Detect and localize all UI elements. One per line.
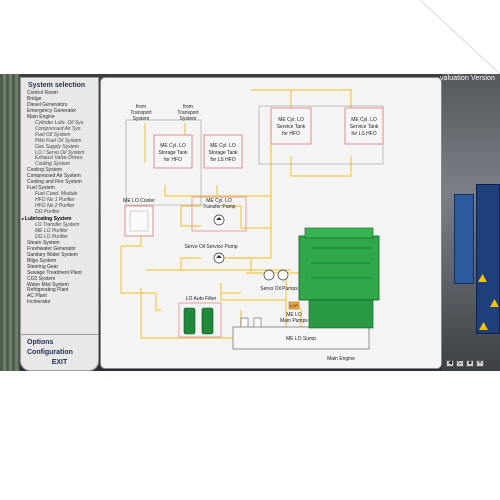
configuration-button[interactable]: Configuration bbox=[27, 348, 98, 358]
svg-text:Storage Tank: Storage Tank bbox=[208, 150, 238, 156]
lo-auto-filter[interactable]: LO Auto Filter bbox=[178, 296, 222, 338]
window-title: valuation Version bbox=[440, 75, 496, 82]
exit-button[interactable]: EXIT bbox=[27, 358, 98, 368]
svg-text:LOP: LOP bbox=[290, 303, 298, 308]
lubricating-system-diagram: ME Cyl. LO Storage Tank for HFO ME Cyl. … bbox=[100, 77, 442, 369]
c-button[interactable]: C bbox=[456, 360, 464, 367]
simulator-window: valuation Version System selection Contr… bbox=[0, 74, 500, 371]
svg-text:Servo Oil Service Pump: Servo Oil Service Pump bbox=[184, 244, 237, 250]
svg-text:ME LO Cooler: ME LO Cooler bbox=[123, 198, 155, 204]
back-button[interactable]: ◀ bbox=[446, 360, 454, 367]
svg-text:for LS HFO: for LS HFO bbox=[210, 157, 235, 163]
svg-text:Transfer Pump: Transfer Pump bbox=[203, 204, 236, 210]
from-transport-system-1: from Transport System bbox=[130, 104, 152, 122]
svg-text:for LS HFO: for LS HFO bbox=[351, 131, 376, 137]
view-controls: ◀ C ■ ✕ bbox=[446, 360, 484, 367]
svg-text:System: System bbox=[133, 116, 150, 122]
page-corner-fold bbox=[420, 0, 500, 74]
svg-text:System: System bbox=[180, 116, 197, 122]
service-tank-ls-hfo[interactable]: ME Cyl. LO Service Tank for LS HFO bbox=[344, 107, 384, 145]
svg-text:ME Cyl. LO: ME Cyl. LO bbox=[160, 143, 186, 149]
from-transport-system-2: from Transport System bbox=[177, 104, 199, 122]
svg-text:Storage Tank: Storage Tank bbox=[158, 150, 188, 156]
svg-text:Service Tank: Service Tank bbox=[350, 124, 379, 130]
options-button[interactable]: Options bbox=[27, 338, 98, 348]
square-button[interactable]: ■ bbox=[466, 360, 474, 367]
servo-oil-service-pump[interactable]: Servo Oil Service Pump bbox=[184, 244, 238, 264]
close-button[interactable]: ✕ bbox=[476, 360, 484, 367]
svg-text:Main Engine: Main Engine bbox=[327, 356, 355, 362]
menu-footer: Options Configuration EXIT bbox=[21, 334, 98, 368]
me-lo-sump[interactable]: ME LO Sump bbox=[232, 326, 370, 350]
svg-text:Servo Oil Pumps: Servo Oil Pumps bbox=[260, 286, 298, 292]
svg-text:Main Pumps: Main Pumps bbox=[280, 318, 308, 324]
svg-text:for HFO: for HFO bbox=[164, 157, 182, 163]
menu-list: Control Room Bridge Diesel Generators Emerg… bbox=[25, 90, 98, 306]
page: valuation Version System selection Contr… bbox=[0, 0, 500, 500]
svg-text:ME Cyl. LO: ME Cyl. LO bbox=[278, 117, 304, 123]
service-tank-hfo[interactable]: ME Cyl. LO Service Tank for HFO bbox=[270, 107, 312, 145]
engine-room-background-left bbox=[0, 74, 20, 371]
system-selection-menu: System selection Control Room Bridge Diese… bbox=[20, 77, 99, 371]
storage-tank-ls-hfo[interactable]: ME Cyl. LO Storage Tank for LS HFO bbox=[203, 134, 243, 169]
electrical-cabinet bbox=[476, 184, 500, 334]
svg-text:ME Cyl. LO: ME Cyl. LO bbox=[351, 117, 377, 123]
menu-item[interactable]: Incinerator bbox=[27, 299, 98, 306]
svg-text:for HFO: for HFO bbox=[282, 131, 300, 137]
svg-text:ME LO Sump: ME LO Sump bbox=[286, 336, 316, 342]
electrical-cabinet-small bbox=[454, 194, 474, 284]
menu-heading: System selection bbox=[28, 82, 86, 89]
svg-text:ME Cyl. LO: ME Cyl. LO bbox=[210, 143, 236, 149]
svg-text:Service Tank: Service Tank bbox=[277, 124, 306, 130]
me-lo-cooler[interactable]: ME LO Cooler bbox=[123, 198, 155, 237]
svg-text:LO Auto Filter: LO Auto Filter bbox=[186, 296, 217, 302]
storage-tank-hfo[interactable]: ME Cyl. LO Storage Tank for HFO bbox=[153, 134, 193, 169]
